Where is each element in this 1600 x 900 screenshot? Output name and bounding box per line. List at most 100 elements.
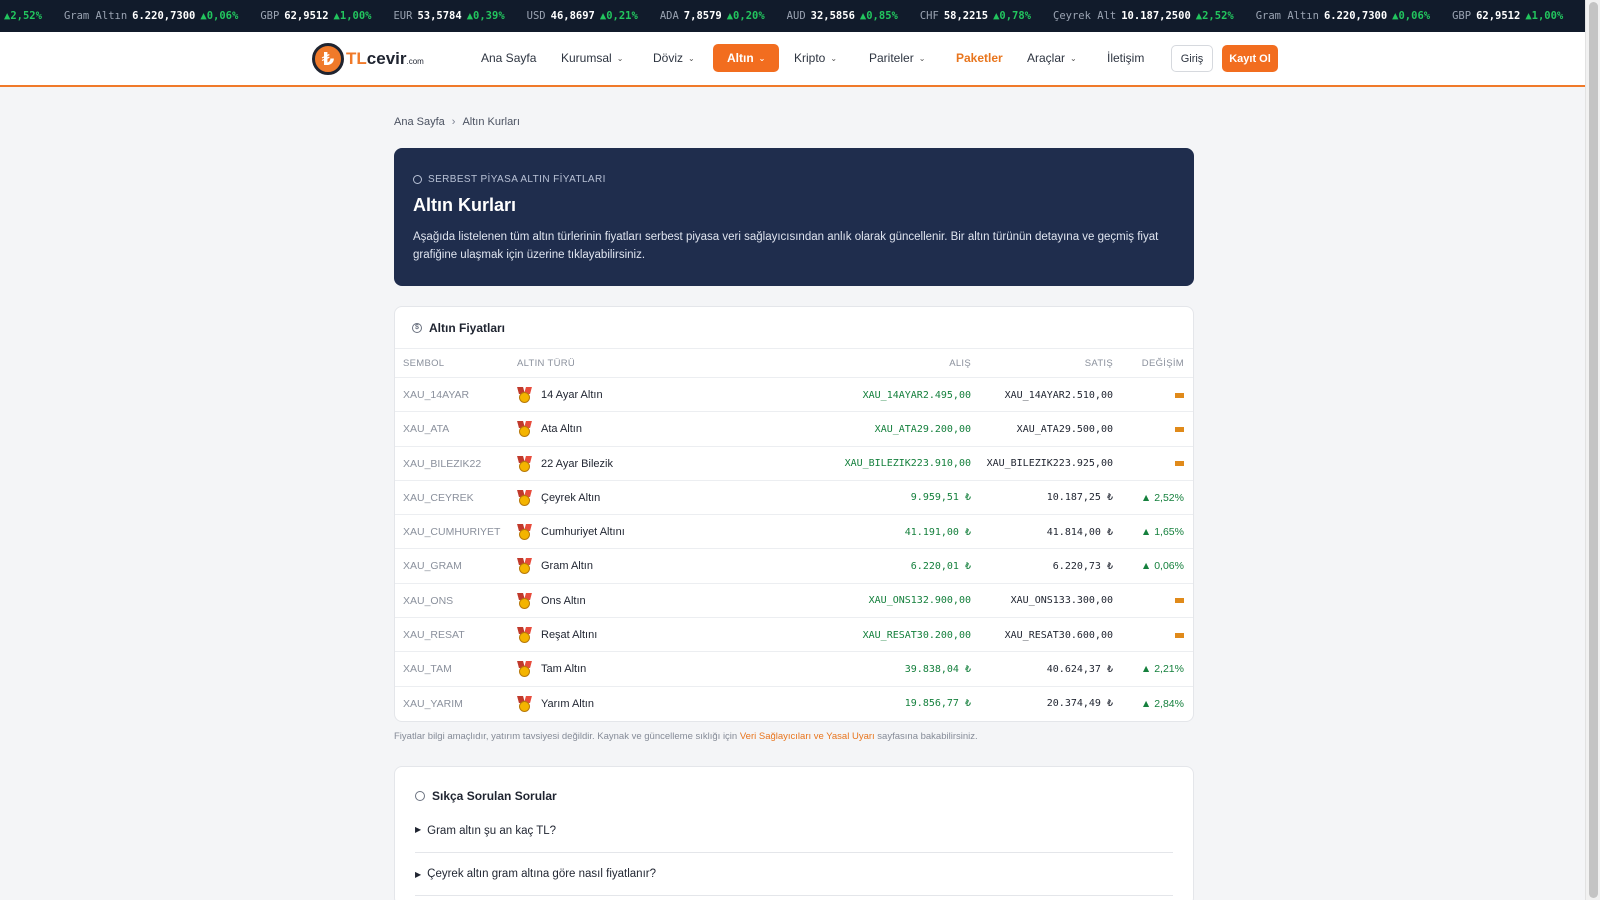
ticker-change: ▲0,20% <box>726 10 765 22</box>
faq-item[interactable]: ▶ Çeyrek altın gram altına göre nasıl fi… <box>415 853 1173 896</box>
row-change: ▲ 2,21% <box>1141 652 1184 686</box>
row-gold-type: Çeyrek Altın <box>517 481 600 515</box>
ticker-item[interactable]: CHF 58,2215 ▲0,78% <box>920 10 1031 22</box>
nav-crypto[interactable]: Kripto ⌄ <box>794 44 837 72</box>
nav-corporate[interactable]: Kurumsal ⌄ <box>561 44 623 72</box>
row-name: Ata Altın <box>541 423 582 436</box>
change-value: ▲ 1,65% <box>1140 526 1184 539</box>
logo-text-cevir: cevir <box>366 49 407 68</box>
login-button[interactable]: Giriş <box>1171 45 1213 72</box>
header-change: DEĞİŞİM <box>1141 358 1184 369</box>
change-value: ▲ 2,21% <box>1140 663 1184 676</box>
ticker-item[interactable]: AUD 32,5856 ▲0,85% <box>787 10 898 22</box>
no-change-icon <box>1175 392 1184 398</box>
breadcrumb-home[interactable]: Ana Sayfa <box>394 116 445 128</box>
table-row[interactable]: XAU_YARIM Yarım Altın 19.856,77 ₺ 20.374,49… <box>395 687 1193 721</box>
ticker-symbol: Gram Altın <box>1255 10 1319 22</box>
ticker-value: 62,9512 <box>284 10 329 22</box>
row-gold-type: Yarım Altın <box>517 687 594 721</box>
faq-item[interactable]: ▶ Gram altın şu an kaç TL? <box>415 825 1173 853</box>
row-buy-price: 6.220,01 ₺ <box>910 560 971 572</box>
ticker-symbol: GBP <box>260 10 280 22</box>
table-row[interactable]: XAU_GRAM Gram Altın 6.220,01 ₺ 6.220,73 ₺ ▲ … <box>395 549 1193 584</box>
row-change <box>1175 447 1184 481</box>
ticker-change: ▲2,52% <box>4 10 42 22</box>
logo-text-domain: .com <box>406 57 424 66</box>
nav-parities-label: Pariteler <box>869 51 914 65</box>
ticker-item[interactable]: ▲2,52% <box>0 10 42 22</box>
row-name: Tam Altın <box>541 663 587 676</box>
row-sell-price: XAU_ATA29.500,00 <box>1016 423 1113 435</box>
chevron-down-icon: ⌄ <box>616 53 624 63</box>
row-gold-type: Gram Altın <box>517 549 593 583</box>
row-symbol: XAU_YARIM <box>403 697 463 710</box>
ticker-value: 6.220,7300 <box>132 10 196 22</box>
table-row[interactable]: XAU_TAM Tam Altın 39.838,04 ₺ 40.624,37 ₺ ▲ … <box>395 652 1193 687</box>
table-row[interactable]: XAU_ONS Ons Altın XAU_ONS132.900,00 XAU_ONS… <box>395 584 1193 619</box>
header-symbol: SEMBOL <box>403 358 445 369</box>
site-logo[interactable]: ₺ TLcevir.com <box>312 43 424 75</box>
page-scrollbar[interactable] <box>1585 0 1600 900</box>
logo-text: TLcevir.com <box>346 49 424 69</box>
row-symbol: XAU_14AYAR <box>403 389 470 401</box>
nav-home[interactable]: Ana Sayfa <box>481 44 536 72</box>
no-change-icon <box>1175 461 1184 467</box>
ticker-change: ▲0,78% <box>993 10 1032 22</box>
change-value: ▲ 0,06% <box>1140 560 1184 573</box>
ticker-value: 7,8579 <box>683 10 722 22</box>
ticker-item[interactable]: GBP 62,9512 ▲1,00% <box>1452 10 1563 22</box>
gold-prices-title-text: Altın Fiyatları <box>429 320 506 335</box>
nav-packages[interactable]: Paketler <box>956 44 1003 72</box>
ticker-item[interactable]: ADA 7,8579 ▲0,20% <box>660 10 765 22</box>
disclaimer: Fiyatlar bilgi amaçlıdır, yatırım tavsiy… <box>394 731 978 742</box>
gold-medal-icon <box>517 421 532 438</box>
row-name: Cumhuriyet Altını <box>541 526 625 539</box>
table-row[interactable]: XAU_CUMHURIYET Cumhuriyet Altını 41.191,00… <box>395 515 1193 550</box>
ticker-item[interactable]: EUR 53,5784 ▲0,39% <box>393 10 504 22</box>
table-row[interactable]: XAU_RESAT Reşat Altını XAU_RESAT30.200,00 X… <box>395 618 1193 653</box>
ticker-item[interactable]: USD 46,8697 ▲0,21% <box>527 10 638 22</box>
table-header: SEMBOL ALTIN TÜRÜ ALIŞ SATIŞ DEĞİŞİM <box>395 349 1193 378</box>
triangle-right-icon: ▶ <box>415 869 422 879</box>
ticker-symbol: GBP <box>1452 10 1472 22</box>
row-buy-price: XAU_ONS132.900,00 <box>868 595 971 607</box>
row-sell-price: 10.187,25 ₺ <box>1046 492 1113 504</box>
coin-icon <box>413 175 422 184</box>
ticker-value: 53,5784 <box>417 10 462 22</box>
nav-parities[interactable]: Pariteler ⌄ <box>869 44 925 72</box>
row-buy-price: 39.838,04 ₺ <box>904 663 971 675</box>
nav-corporate-label: Kurumsal <box>561 51 612 65</box>
site-header: ₺ TLcevir.com Ana Sayfa Kurumsal ⌄ Döviz ⌄… <box>0 32 1585 87</box>
table-row[interactable]: XAU_ATA Ata Altın XAU_ATA29.200,00 XAU_ATA2… <box>395 412 1193 447</box>
ticker-item[interactable]: Gram Altın 6.220,7300 ▲0,06% <box>1256 10 1430 22</box>
row-gold-type: Cumhuriyet Altını <box>517 515 625 549</box>
register-button[interactable]: Kayıt Ol <box>1222 45 1278 72</box>
scrollbar-thumb[interactable] <box>1589 2 1598 898</box>
ticker-item[interactable]: Gram Altın 6.220,7300 ▲0,06% <box>64 10 238 22</box>
nav-contact[interactable]: İletişim <box>1107 44 1144 72</box>
row-symbol: XAU_ONS <box>403 594 454 607</box>
row-gold-type: 22 Ayar Bilezik <box>517 447 613 481</box>
row-symbol: XAU_RESAT <box>403 629 465 642</box>
row-change: ▲ 2,84% <box>1141 687 1184 721</box>
ticker-item[interactable]: Çeyrek Alt 10.187,2500 ▲2,52% <box>1053 10 1234 22</box>
nav-tools[interactable]: Araçlar ⌄ <box>1027 44 1077 72</box>
nav-gold[interactable]: Altın ⌄ <box>713 44 780 72</box>
table-row[interactable]: XAU_14AYAR 14 Ayar Altın XAU_14AYAR2.495,0… <box>395 378 1193 413</box>
chevron-down-icon: ⌄ <box>1070 53 1077 63</box>
row-change <box>1175 618 1184 652</box>
nav-crypto-label: Kripto <box>794 51 826 65</box>
ticker-change: ▲1,00% <box>1525 10 1564 22</box>
nav-currency-label: Döviz <box>653 51 684 65</box>
nav-currency[interactable]: Döviz ⌄ <box>653 44 695 72</box>
row-symbol: XAU_CUMHURIYET <box>403 526 501 539</box>
table-row[interactable]: XAU_BILEZIK22 22 Ayar Bilezik XAU_BILEZIK2… <box>395 447 1193 481</box>
data-providers-link[interactable]: Veri Sağlayıcıları ve Yasal Uyarı <box>740 731 875 742</box>
table-row[interactable]: XAU_CEYREK Çeyrek Altın 9.959,51 ₺ 10.187,2… <box>395 481 1193 516</box>
row-gold-type: Tam Altın <box>517 652 586 686</box>
gold-medal-icon <box>517 524 532 541</box>
row-symbol: XAU_BILEZIK22 <box>403 457 482 470</box>
ticker-symbol: Çeyrek Alt <box>1053 10 1117 22</box>
row-sell-price: XAU_ONS133.300,00 <box>1010 595 1113 607</box>
ticker-item[interactable]: GBP 62,9512 ▲1,00% <box>260 10 371 22</box>
